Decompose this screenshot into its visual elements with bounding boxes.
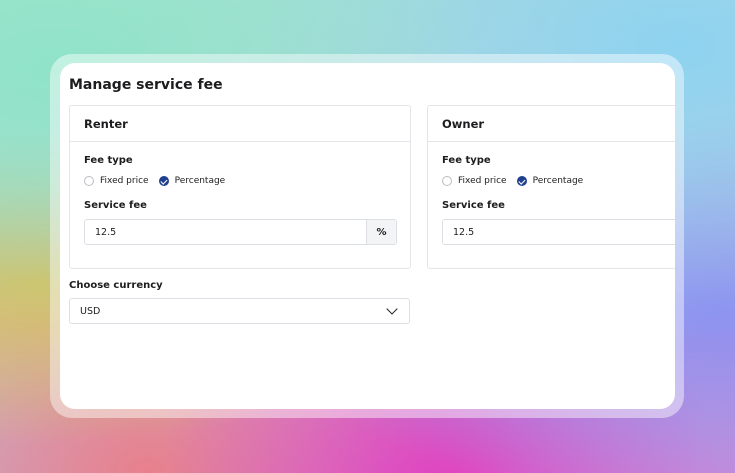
owner-service-fee-group bbox=[442, 219, 675, 245]
renter-fee-type-label: Fee type bbox=[84, 155, 133, 166]
currency-select[interactable]: USD bbox=[69, 298, 410, 324]
renter-percentage-radio[interactable]: Percentage bbox=[158, 176, 226, 186]
renter-fixed-price-radio[interactable]: Fixed price bbox=[84, 176, 149, 186]
renter-service-fee-label: Service fee bbox=[84, 200, 147, 211]
chevron-down-icon bbox=[386, 303, 398, 315]
radio-label: Fixed price bbox=[458, 176, 507, 186]
owner-service-fee-input[interactable] bbox=[443, 220, 675, 244]
radio-checked-icon bbox=[516, 176, 527, 186]
page-title: Manage service fee bbox=[69, 77, 223, 93]
radio-label: Percentage bbox=[174, 176, 226, 186]
owner-fee-type-label: Fee type bbox=[442, 155, 491, 166]
currency-label: Choose currency bbox=[69, 280, 163, 291]
owner-panel-title: Owner bbox=[428, 106, 675, 142]
radio-unchecked-icon bbox=[84, 176, 94, 186]
percent-suffix: % bbox=[366, 220, 396, 244]
radio-label: Percentage bbox=[532, 176, 584, 186]
owner-service-fee-label: Service fee bbox=[442, 200, 505, 211]
renter-service-fee-input[interactable] bbox=[85, 220, 366, 244]
radio-unchecked-icon bbox=[442, 176, 452, 186]
radio-checked-icon bbox=[158, 176, 169, 186]
renter-panel: Renter Fee type Fixed price Percentage S… bbox=[69, 105, 411, 269]
owner-panel: Owner Fee type Fixed price Percentage Se… bbox=[427, 105, 675, 269]
owner-fixed-price-radio[interactable]: Fixed price bbox=[442, 176, 507, 186]
renter-fee-type-options: Fixed price Percentage bbox=[84, 176, 235, 186]
renter-panel-title: Renter bbox=[70, 106, 410, 142]
radio-label: Fixed price bbox=[100, 176, 149, 186]
currency-selected-value: USD bbox=[80, 305, 101, 317]
owner-fee-type-options: Fixed price Percentage bbox=[442, 176, 593, 186]
renter-service-fee-group: % bbox=[84, 219, 397, 245]
service-fee-card: Manage service fee Renter Fee type Fixed… bbox=[60, 63, 675, 409]
owner-percentage-radio[interactable]: Percentage bbox=[516, 176, 584, 186]
